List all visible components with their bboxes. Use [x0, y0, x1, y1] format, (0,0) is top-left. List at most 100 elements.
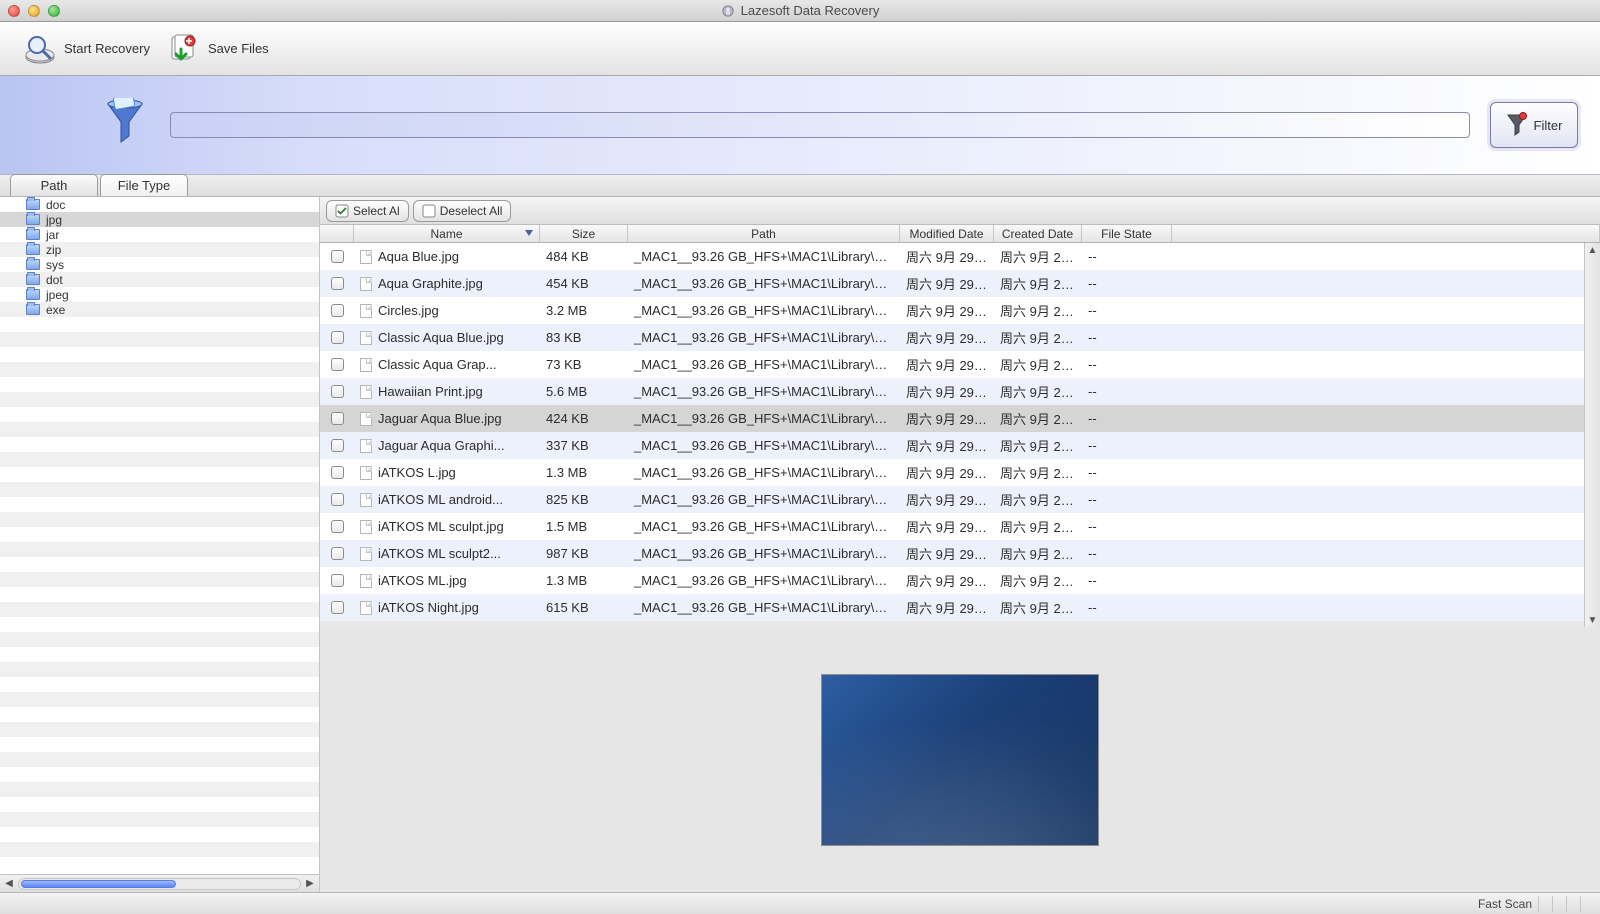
scan-mode-label: Fast Scan: [1478, 897, 1532, 911]
filter-button[interactable]: Filter: [1490, 102, 1578, 148]
row-checkbox[interactable]: [331, 466, 344, 479]
cell-modified: 周六 9月 29 ...: [900, 301, 994, 320]
cell-path: _MAC1__93.26 GB_HFS+\MAC1\Library\De...: [628, 492, 900, 507]
col-size[interactable]: Size: [540, 225, 628, 242]
table-row[interactable]: Hawaiian Print.jpg5.6 MB_MAC1__93.26 GB_…: [320, 378, 1600, 405]
tab-path[interactable]: Path: [10, 174, 98, 196]
image-preview: [821, 674, 1099, 846]
cell-path: _MAC1__93.26 GB_HFS+\MAC1\Library\De...: [628, 411, 900, 426]
cell-name: Jaguar Aqua Graphi...: [378, 438, 504, 453]
cell-modified: 周六 9月 29 ...: [900, 517, 994, 536]
cell-state: --: [1082, 519, 1172, 534]
table-row[interactable]: iATKOS ML sculpt2...987 KB_MAC1__93.26 G…: [320, 540, 1600, 567]
row-checkbox[interactable]: [331, 520, 344, 533]
cell-state: --: [1082, 546, 1172, 561]
row-checkbox[interactable]: [331, 331, 344, 344]
cell-modified: 周六 9月 29 ...: [900, 328, 994, 347]
row-checkbox[interactable]: [331, 277, 344, 290]
table-row[interactable]: Classic Aqua Grap...73 KB_MAC1__93.26 GB…: [320, 351, 1600, 378]
file-table: Name Size Path Modified Date Created Dat…: [320, 225, 1600, 627]
row-checkbox[interactable]: [331, 250, 344, 263]
scroll-up-arrow-icon[interactable]: ▲: [1585, 243, 1600, 257]
titlebar: Lazesoft Data Recovery: [0, 0, 1600, 22]
cell-path: _MAC1__93.26 GB_HFS+\MAC1\Library\De...: [628, 384, 900, 399]
uncheck-list-icon: [422, 204, 436, 218]
row-checkbox[interactable]: [331, 574, 344, 587]
magnifier-disk-icon: [22, 31, 58, 67]
cell-name: Aqua Blue.jpg: [378, 249, 459, 264]
sidebar-item-dot[interactable]: dot: [0, 272, 319, 287]
file-icon: [360, 412, 372, 426]
save-files-button[interactable]: Save Files: [162, 29, 273, 69]
cell-created: 周六 9月 29 ...: [994, 328, 1082, 347]
row-checkbox[interactable]: [331, 304, 344, 317]
cell-size: 337 KB: [540, 438, 628, 453]
folder-icon: [26, 259, 40, 270]
row-checkbox[interactable]: [331, 412, 344, 425]
scroll-down-arrow-icon[interactable]: ▼: [1585, 613, 1600, 627]
table-row[interactable]: iATKOS ML sculpt.jpg1.5 MB_MAC1__93.26 G…: [320, 513, 1600, 540]
save-files-label: Save Files: [208, 41, 269, 56]
col-created[interactable]: Created Date: [994, 225, 1082, 242]
col-path-label: Path: [751, 227, 776, 241]
table-row[interactable]: Circles.jpg3.2 MB_MAC1__93.26 GB_HFS+\MA…: [320, 297, 1600, 324]
table-body[interactable]: Aqua Blue.jpg 484 KB _MAC1__93.26 GB_HFS+\…: [320, 243, 1600, 621]
table-row[interactable]: Aqua Graphite.jpg454 KB_MAC1__93.26 GB_H…: [320, 270, 1600, 297]
table-row[interactable]: iATKOS L.jpg1.3 MB_MAC1__93.26 GB_HFS+\M…: [320, 459, 1600, 486]
file-icon: [360, 520, 372, 534]
file-icon: [360, 574, 372, 588]
deselect-all-button[interactable]: Deselect All: [413, 200, 512, 222]
table-row[interactable]: Classic Aqua Blue.jpg83 KB_MAC1__93.26 G…: [320, 324, 1600, 351]
table-row[interactable]: iATKOS ML.jpg1.3 MB_MAC1__93.26 GB_HFS+\…: [320, 567, 1600, 594]
col-name[interactable]: Name: [354, 225, 540, 242]
tab-file-type[interactable]: File Type: [100, 174, 188, 196]
cell-name: iATKOS ML android...: [378, 492, 503, 507]
row-checkbox[interactable]: [331, 358, 344, 371]
main-split: docjpgjarzipsysdotjpegexe ◀ ▶ Select Al …: [0, 197, 1600, 892]
scroll-right-arrow-icon[interactable]: ▶: [303, 877, 317, 891]
col-state[interactable]: File State: [1082, 225, 1172, 242]
sidebar-item-sys[interactable]: sys: [0, 257, 319, 272]
status-bar: Fast Scan: [0, 892, 1600, 914]
sidebar-item-jpg[interactable]: jpg: [0, 212, 319, 227]
col-modified[interactable]: Modified Date: [900, 225, 994, 242]
sidebar-item-exe[interactable]: exe: [0, 302, 319, 317]
cell-modified: 周六 9月 29 ...: [900, 409, 994, 428]
table-row[interactable]: Jaguar Aqua Graphi...337 KB_MAC1__93.26 …: [320, 432, 1600, 459]
cell-path: _MAC1__93.26 GB_HFS+\MAC1\Library\De...: [628, 519, 900, 534]
cell-created: 周六 9月 29 ...: [994, 490, 1082, 509]
start-recovery-label: Start Recovery: [64, 41, 150, 56]
cell-name: Classic Aqua Grap...: [378, 357, 497, 372]
sidebar-item-zip[interactable]: zip: [0, 242, 319, 257]
cell-created: 周六 9月 29 ...: [994, 382, 1082, 401]
col-checkbox[interactable]: [320, 225, 354, 242]
table-row[interactable]: Aqua Blue.jpg484 KB_MAC1__93.26 GB_HFS+\…: [320, 243, 1600, 270]
table-row[interactable]: iATKOS Night.jpg615 KB_MAC1__93.26 GB_HF…: [320, 594, 1600, 621]
sidebar-h-scrollbar[interactable]: ◀ ▶: [0, 874, 319, 892]
cell-created: 周六 9月 29 ...: [994, 436, 1082, 455]
table-v-scrollbar[interactable]: ▲ ▼: [1584, 243, 1600, 627]
table-row[interactable]: iATKOS ML android...825 KB_MAC1__93.26 G…: [320, 486, 1600, 513]
filter-input[interactable]: [170, 112, 1470, 138]
col-path[interactable]: Path: [628, 225, 900, 242]
start-recovery-button[interactable]: Start Recovery: [18, 29, 154, 69]
table-row[interactable]: Jaguar Aqua Blue.jpg424 KB_MAC1__93.26 G…: [320, 405, 1600, 432]
row-checkbox[interactable]: [331, 601, 344, 614]
row-checkbox[interactable]: [331, 493, 344, 506]
scroll-thumb[interactable]: [21, 880, 176, 888]
sidebar-item-doc[interactable]: doc: [0, 197, 319, 212]
sidebar: docjpgjarzipsysdotjpegexe ◀ ▶: [0, 197, 320, 892]
cell-modified: 周六 9月 29 ...: [900, 598, 994, 617]
select-all-button[interactable]: Select Al: [326, 200, 409, 222]
file-icon: [360, 277, 372, 291]
file-icon: [360, 601, 372, 615]
scroll-track[interactable]: [18, 878, 301, 890]
sidebar-item-jar[interactable]: jar: [0, 227, 319, 242]
sidebar-item-jpeg[interactable]: jpeg: [0, 287, 319, 302]
row-checkbox[interactable]: [331, 385, 344, 398]
row-checkbox[interactable]: [331, 439, 344, 452]
scroll-left-arrow-icon[interactable]: ◀: [2, 877, 16, 891]
file-type-list[interactable]: docjpgjarzipsysdotjpegexe: [0, 197, 319, 874]
row-checkbox[interactable]: [331, 547, 344, 560]
cell-size: 484 KB: [540, 249, 628, 264]
